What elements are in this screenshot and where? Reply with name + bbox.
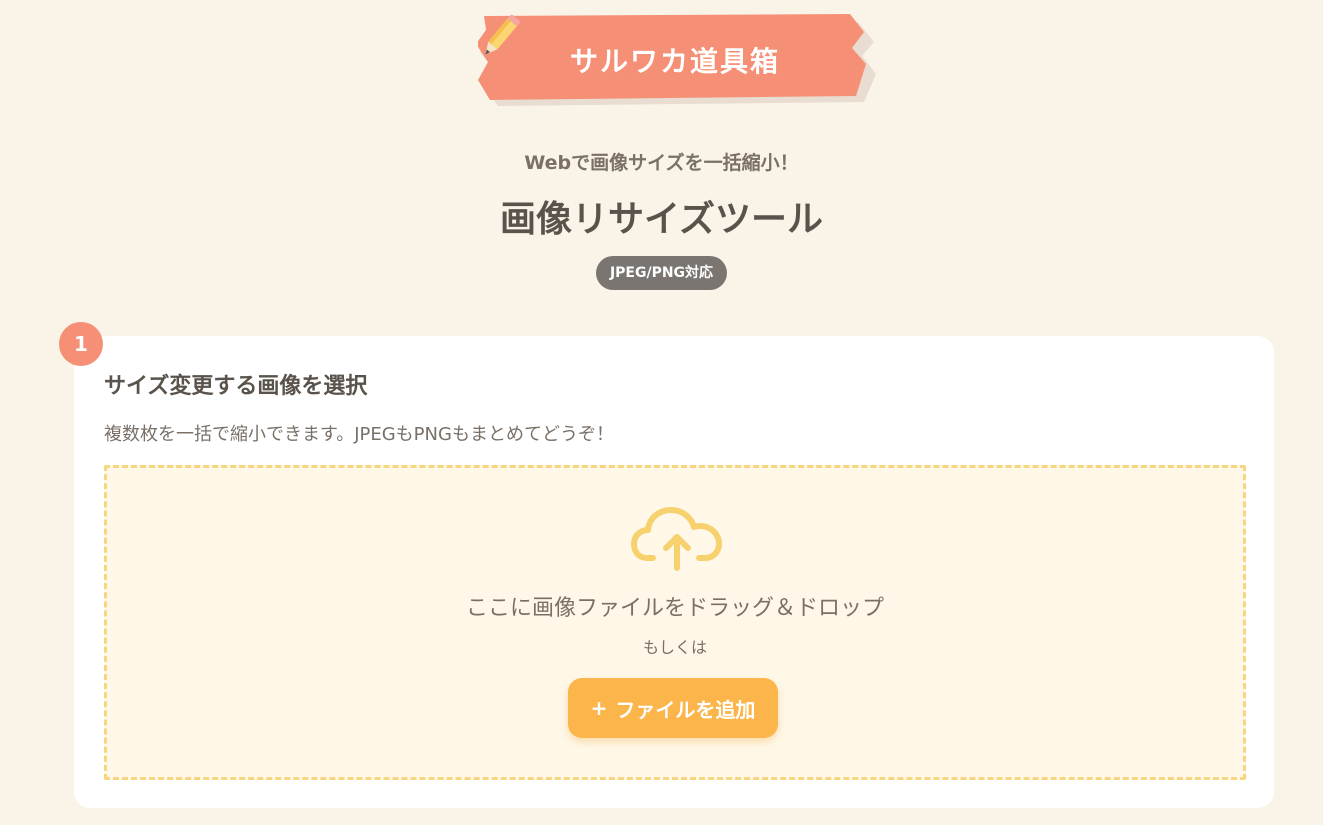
step1-title: サイズ変更する画像を選択 (104, 374, 368, 399)
format-badge: JPEG/PNG対応 (595, 256, 728, 290)
site-logo[interactable]: サルワカ道具箱 (478, 12, 878, 108)
page: サルワカ道具箱 Webで画像サイズを一括縮小！ 画像リサイズツール JPEG/P… (0, 0, 1323, 825)
logo-text: サルワカ道具箱 (570, 45, 781, 78)
add-file-button[interactable]: + ファイルを追加 (568, 678, 778, 738)
badge-container: JPEG/PNG対応 (0, 256, 1323, 290)
add-file-button-label: ファイルを追加 (615, 697, 756, 722)
plus-icon: + (590, 696, 608, 720)
dropzone-or-text: もしくは (642, 638, 707, 657)
page-title: 画像リサイズツール (500, 199, 823, 240)
pencil-icon (485, 14, 520, 55)
step1-card: サイズ変更する画像を選択 複数枚を一括で縮小できます。JPEGもPNGもまとめて… (74, 336, 1274, 808)
step1-description: 複数枚を一括で縮小できます。JPEGもPNGもまとめてどうぞ！ (104, 424, 614, 445)
cloud-upload-icon (631, 507, 722, 571)
step-number-badge: 1 (59, 322, 103, 366)
page-subtitle: Webで画像サイズを一括縮小！ (524, 152, 799, 174)
file-dropzone[interactable]: ここに画像ファイルをドラッグ＆ドロップ もしくは + ファイルを追加 (104, 465, 1246, 780)
dropzone-text: ここに画像ファイルをドラッグ＆ドロップ (465, 596, 884, 621)
